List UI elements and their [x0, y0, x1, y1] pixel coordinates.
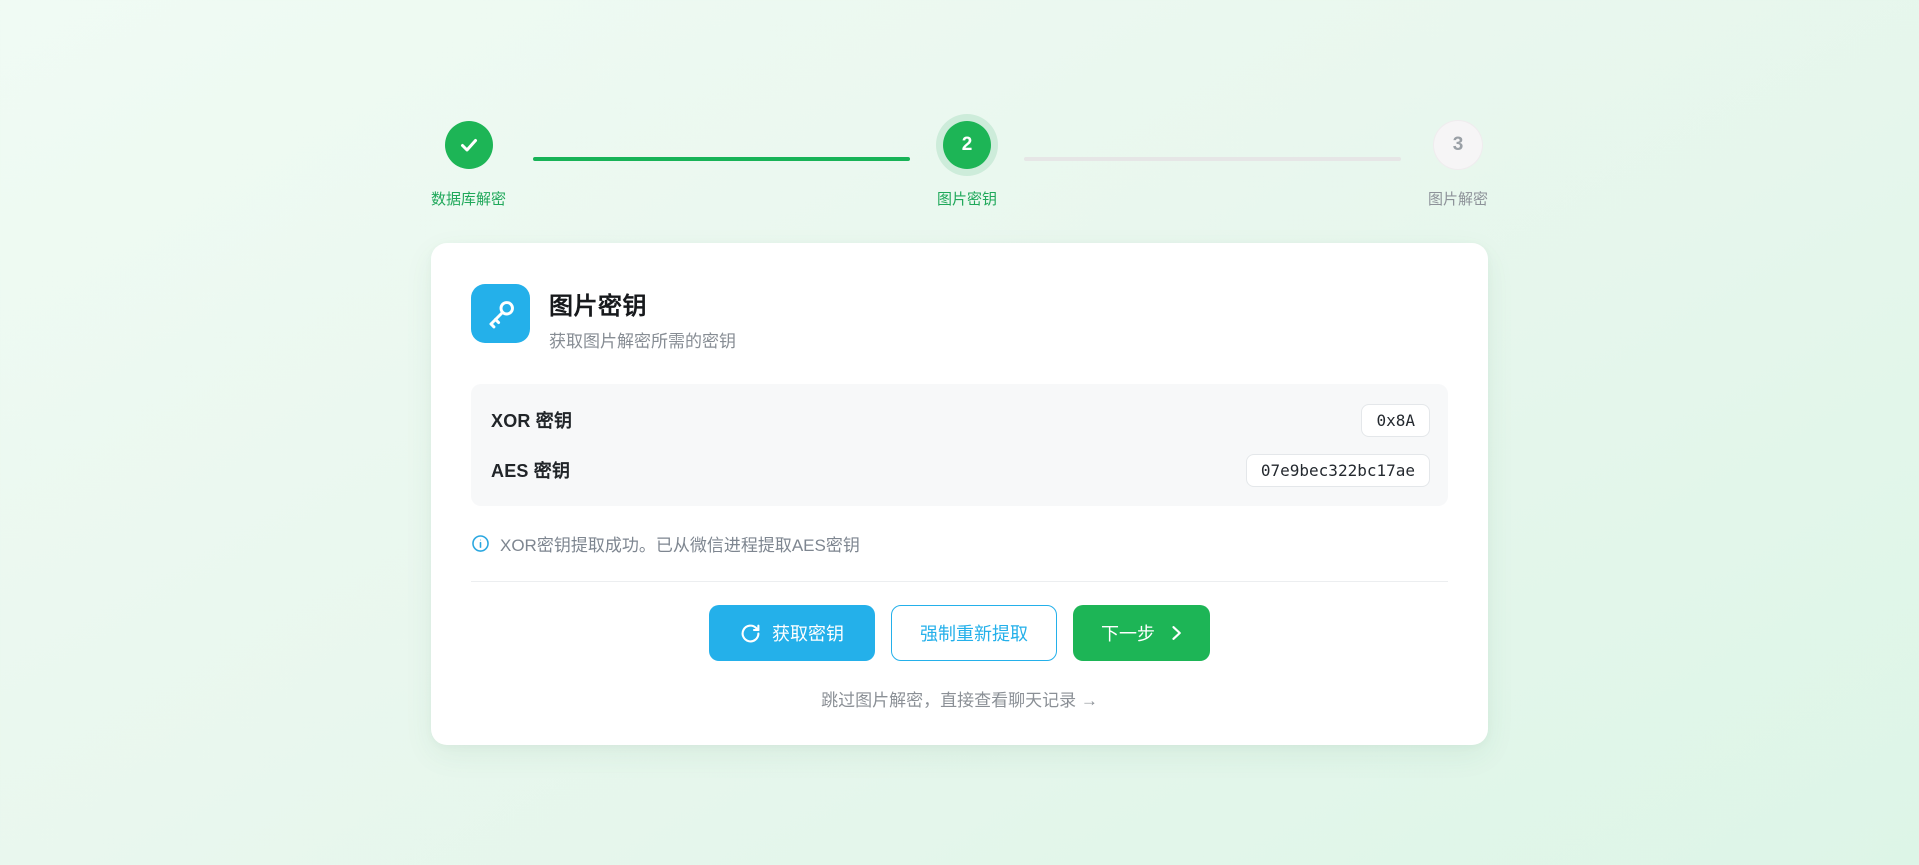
divider	[471, 581, 1448, 582]
card-header-text: 图片密钥 获取图片解密所需的密钥	[549, 284, 736, 352]
xor-key-value: 0x8A	[1361, 404, 1430, 437]
key-values-panel: XOR 密钥 0x8A AES 密钥 07e9bec322bc17ae	[471, 384, 1448, 506]
step-circle-zone	[445, 113, 493, 176]
stepper-connector-todo	[1024, 157, 1401, 161]
xor-key-row: XOR 密钥 0x8A	[491, 398, 1430, 442]
stepper: 数据库解密 2 图片密钥 3 图片解密	[431, 113, 1488, 209]
step-image-decrypt: 3 图片解密	[1428, 113, 1488, 209]
aes-key-row: AES 密钥 07e9bec322bc17ae	[491, 448, 1430, 492]
stepper-connector-done	[533, 157, 910, 161]
aes-key-label: AES 密钥	[491, 457, 570, 483]
key-icon-tile	[471, 284, 530, 343]
step-number: 3	[1453, 134, 1464, 156]
force-reextract-label: 强制重新提取	[920, 620, 1028, 646]
info-icon	[471, 534, 490, 553]
step-pending-circle: 3	[1434, 121, 1482, 169]
step-label-image-key: 图片密钥	[937, 188, 997, 209]
step-circle-zone: 3	[1434, 113, 1482, 176]
step-active-circle: 2	[943, 121, 991, 169]
skip-image-decrypt-link[interactable]: 跳过图片解密，直接查看聊天记录 →	[471, 686, 1448, 711]
step-label-database-decrypt: 数据库解密	[431, 188, 506, 209]
fetch-key-label: 获取密钥	[772, 620, 844, 646]
next-step-label: 下一步	[1101, 620, 1155, 646]
step-number: 2	[962, 134, 973, 156]
chevron-right-icon	[1166, 623, 1186, 643]
check-icon	[457, 133, 481, 157]
force-reextract-button[interactable]: 强制重新提取	[891, 605, 1057, 661]
xor-key-label: XOR 密钥	[491, 407, 572, 433]
page-container: 数据库解密 2 图片密钥 3 图片解密	[431, 113, 1488, 745]
step-image-key: 2 图片密钥	[937, 113, 997, 209]
next-step-button[interactable]: 下一步	[1073, 605, 1210, 661]
key-icon	[485, 298, 517, 330]
page-subtitle: 获取图片解密所需的密钥	[549, 327, 736, 352]
page-title: 图片密钥	[549, 286, 736, 321]
card-header: 图片密钥 获取图片解密所需的密钥	[471, 284, 1448, 352]
step-circle-zone: 2	[943, 113, 991, 176]
step-completed-circle	[445, 121, 493, 169]
aes-key-value: 07e9bec322bc17ae	[1246, 454, 1430, 487]
status-message: XOR密钥提取成功。已从微信进程提取AES密钥	[500, 531, 860, 556]
actions-row: 获取密钥 强制重新提取 下一步	[471, 605, 1448, 661]
step-label-image-decrypt: 图片解密	[1428, 188, 1488, 209]
fetch-key-button[interactable]: 获取密钥	[709, 605, 875, 661]
step-database-decrypt: 数据库解密	[431, 113, 506, 209]
refresh-icon	[740, 623, 761, 644]
status-message-row: XOR密钥提取成功。已从微信进程提取AES密钥	[471, 531, 1448, 556]
image-key-card: 图片密钥 获取图片解密所需的密钥 XOR 密钥 0x8A AES 密钥 07e9…	[431, 243, 1488, 745]
